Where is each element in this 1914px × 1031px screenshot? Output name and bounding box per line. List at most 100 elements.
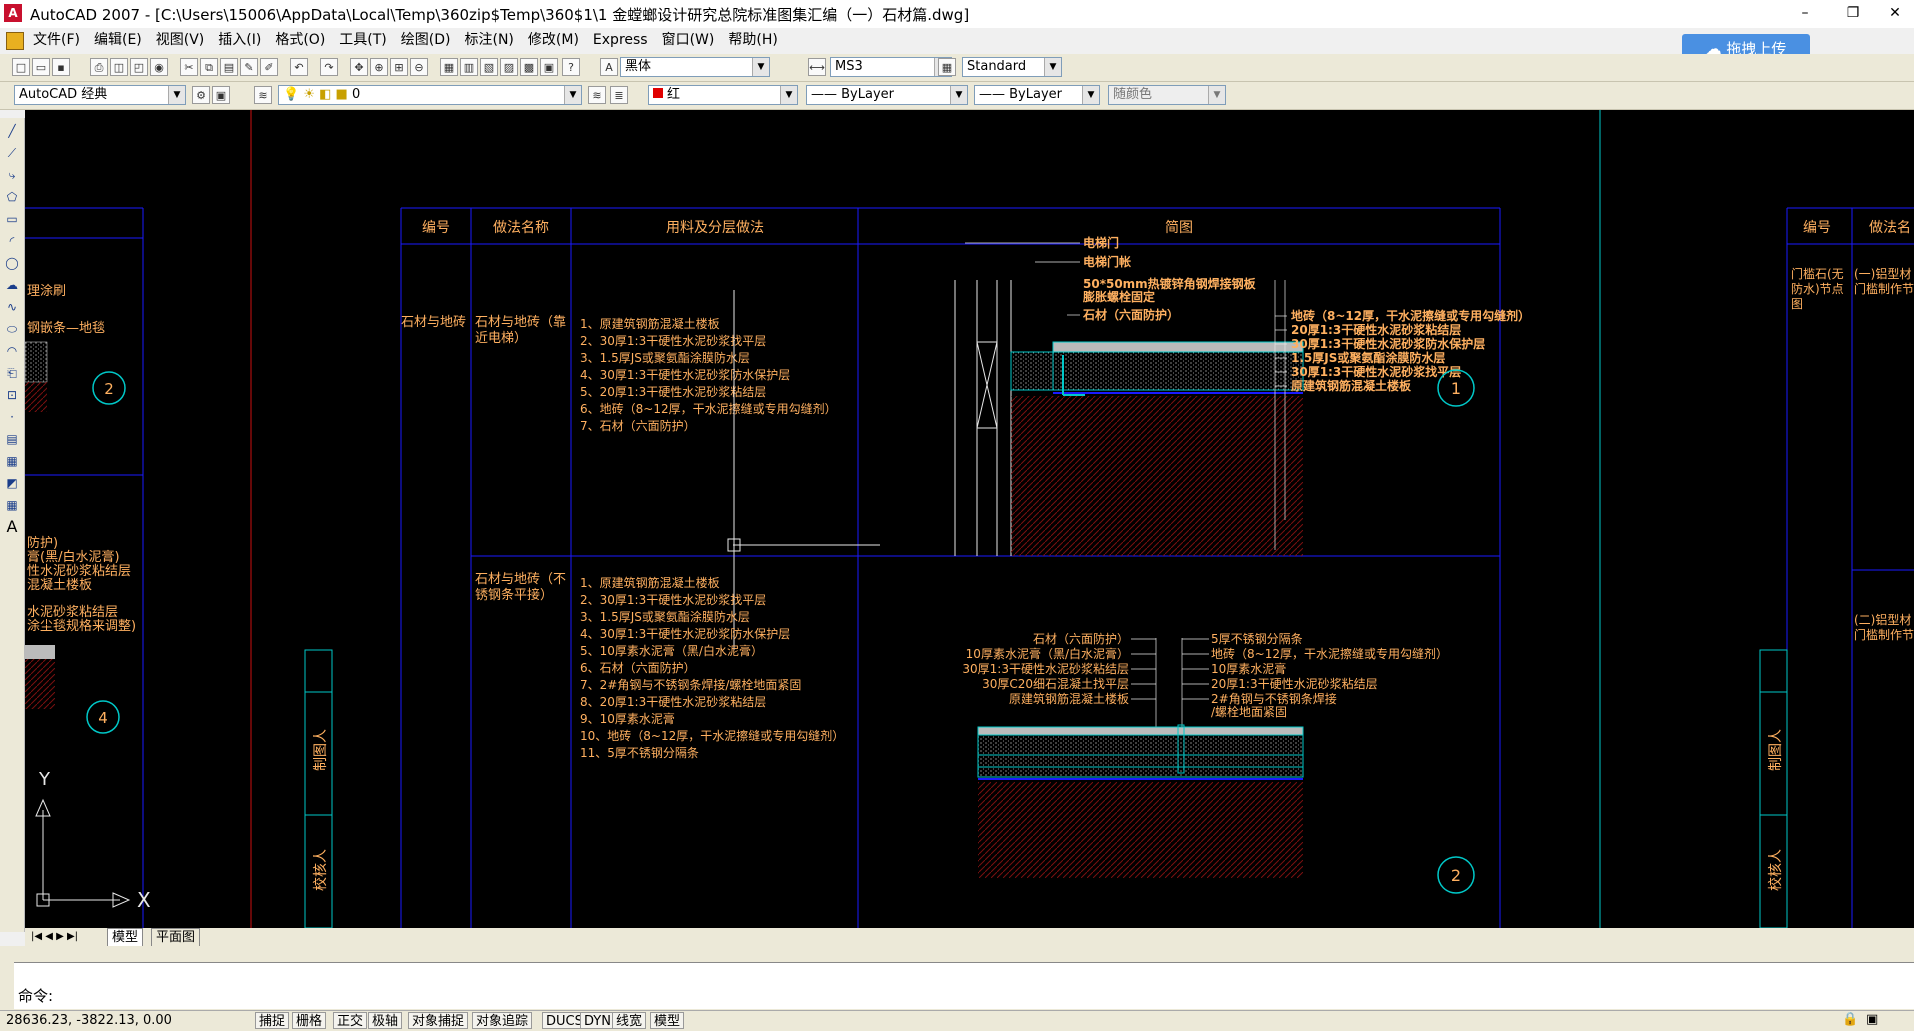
redo-icon[interactable]: ↷ — [320, 58, 338, 76]
block-editor-icon[interactable]: ✐ — [260, 58, 278, 76]
menu-item[interactable]: 视图(V) — [149, 28, 212, 52]
preview-icon[interactable]: ◫ — [110, 58, 128, 76]
command-line[interactable]: 命令: — [14, 962, 1914, 1009]
plot-icon[interactable]: ⎙ — [90, 58, 108, 76]
workspace-combo[interactable]: AutoCAD 经典 ▼ — [14, 85, 186, 105]
help-icon[interactable]: ? — [562, 58, 580, 76]
menu-item[interactable]: 工具(T) — [332, 28, 393, 52]
gradient-icon[interactable]: ▦ — [3, 452, 21, 470]
zoom-previous-icon[interactable]: ⊖ — [410, 58, 428, 76]
ellipse-arc-icon[interactable]: ◠ — [3, 342, 21, 360]
linetype-combo[interactable]: —— ByLayer ▼ — [806, 85, 968, 105]
spline-icon[interactable]: ∿ — [3, 298, 21, 316]
region-icon[interactable]: ◩ — [3, 474, 21, 492]
open-icon[interactable]: ▭ — [32, 58, 50, 76]
properties-icon[interactable]: ▦ — [440, 58, 458, 76]
menu-item[interactable]: 编辑(E) — [87, 28, 149, 52]
color-combo[interactable]: 红 ▼ — [648, 85, 798, 105]
menu-item[interactable]: 绘图(D) — [394, 28, 458, 52]
paste-icon[interactable]: ▤ — [220, 58, 238, 76]
menu-item[interactable]: 帮助(H) — [721, 28, 784, 52]
insert-block-icon[interactable]: ⎗ — [3, 364, 21, 382]
status-toggle[interactable]: 极轴 — [368, 1012, 403, 1029]
match-properties-icon[interactable]: ✎ — [240, 58, 258, 76]
rectangle-icon[interactable]: ▭ — [3, 210, 21, 228]
menu-item[interactable]: Express — [586, 28, 655, 52]
construction-line-icon[interactable]: ⟋ — [3, 144, 21, 162]
layer-previous-icon[interactable]: ≣ — [610, 86, 628, 104]
autocad-app-icon[interactable]: A — [4, 4, 22, 22]
menu-item[interactable]: 格式(O) — [268, 28, 332, 52]
status-toggle[interactable]: DYN — [580, 1012, 615, 1029]
plotstyle-combo[interactable]: 随颜色 ▼ — [1108, 85, 1226, 105]
table-style-icon[interactable]: ▦ — [938, 58, 956, 76]
tab-model[interactable]: 模型 — [107, 928, 144, 948]
status-toggle[interactable]: 捕捉 — [255, 1012, 290, 1029]
undo-icon[interactable]: ↶ — [290, 58, 308, 76]
quickcalc-icon[interactable]: ▣ — [540, 58, 558, 76]
copy-icon[interactable]: ⧉ — [200, 58, 218, 76]
detail-number: 2 — [104, 380, 114, 398]
make-object-layer-current-icon[interactable]: ≋ — [588, 86, 606, 104]
menu-item[interactable]: 窗口(W) — [655, 28, 722, 52]
layer-manager-icon[interactable]: ≋ — [254, 86, 272, 104]
hatch-icon[interactable]: ▤ — [3, 430, 21, 448]
make-block-icon[interactable]: ⊡ — [3, 386, 21, 404]
new-icon[interactable]: □ — [12, 58, 30, 76]
textstyle-combo-value: Standard — [967, 59, 1027, 74]
markup-icon[interactable]: ▩ — [520, 58, 538, 76]
document-icon[interactable] — [6, 32, 24, 50]
publish-icon[interactable]: ◰ — [130, 58, 148, 76]
layer-combo[interactable]: 💡 ☀ ◧ ■ 0 ▼ — [278, 85, 582, 105]
3dfw-icon[interactable]: ◉ — [150, 58, 168, 76]
tab-nav-arrows[interactable]: |◀ ◀ ▶ ▶| — [27, 928, 82, 946]
design-center-icon[interactable]: ▥ — [460, 58, 478, 76]
dimstyle-combo[interactable]: MS3▼ — [830, 57, 952, 77]
status-toggle[interactable]: 对象捕捉 — [408, 1012, 469, 1029]
multiline-text-icon[interactable]: A — [3, 518, 21, 536]
status-toggle[interactable]: 对象追踪 — [472, 1012, 533, 1029]
polyline-icon[interactable]: ⤷ — [3, 166, 21, 184]
zoom-realtime-icon[interactable]: ⊕ — [370, 58, 388, 76]
tab-layout-plan[interactable]: 平面图 — [151, 928, 201, 948]
polygon-icon[interactable]: ⬠ — [3, 188, 21, 206]
minimize-button[interactable]: – — [1790, 2, 1820, 26]
font-combo[interactable]: 黑体 ▼ — [620, 57, 770, 77]
lineweight-combo[interactable]: —— ByLayer ▼ — [974, 85, 1100, 105]
menu-item[interactable]: 文件(F) — [26, 28, 87, 52]
workspace-settings-icon[interactable]: ⚙ — [192, 86, 210, 104]
textstyle-combo[interactable]: Standard ▼ — [962, 57, 1062, 77]
material-step: 5、20厚1:3干硬性水泥砂浆粘结层 — [580, 384, 766, 399]
menu-item[interactable]: 修改(M) — [521, 28, 586, 52]
workspace-save-icon[interactable]: ▣ — [212, 86, 230, 104]
restore-button[interactable]: ❐ — [1838, 2, 1868, 26]
pan-icon[interactable]: ✥ — [350, 58, 368, 76]
menu-item[interactable]: 标注(N) — [458, 28, 521, 52]
status-toggle[interactable]: 正交 — [333, 1012, 368, 1029]
status-toggle[interactable]: 线宽 — [612, 1012, 647, 1029]
tool-palettes-icon[interactable]: ▧ — [480, 58, 498, 76]
menu-item[interactable]: 插入(I) — [211, 28, 268, 52]
ellipse-icon[interactable]: ⬭ — [3, 320, 21, 338]
ucs-y-label: Y — [38, 769, 51, 790]
text-style-icon[interactable]: A — [600, 58, 618, 76]
circle-icon[interactable]: ◯ — [3, 254, 21, 272]
close-button[interactable]: ✕ — [1880, 2, 1910, 26]
revision-cloud-icon[interactable]: ☁ — [3, 276, 21, 294]
sheet-set-icon[interactable]: ▨ — [500, 58, 518, 76]
arc-icon[interactable]: ◜ — [3, 232, 21, 250]
lock-icon[interactable]: 🔒 — [1842, 1012, 1858, 1027]
dim-style-icon[interactable]: ⟷ — [808, 58, 826, 76]
coordinate-readout[interactable]: 28636.23, -3822.13, 0.00 — [6, 1013, 172, 1028]
header-number: 编号 — [422, 220, 450, 236]
zoom-window-icon[interactable]: ⊞ — [390, 58, 408, 76]
drawing-canvas[interactable]: 理涂刷 钢嵌条—地毯 2 防护) 膏(黑/白水泥膏) 性水泥砂浆粘结层 混凝土楼… — [24, 110, 1914, 929]
cut-icon[interactable]: ✂ — [180, 58, 198, 76]
table-icon[interactable]: ▦ — [3, 496, 21, 514]
save-icon[interactable]: ▪ — [52, 58, 70, 76]
line-icon[interactable]: ╱ — [3, 122, 21, 140]
status-toggle[interactable]: 模型 — [650, 1012, 685, 1029]
clean-screen-icon[interactable]: ▣ — [1866, 1012, 1878, 1027]
status-toggle[interactable]: 栅格 — [292, 1012, 327, 1029]
point-icon[interactable]: · — [3, 408, 21, 426]
